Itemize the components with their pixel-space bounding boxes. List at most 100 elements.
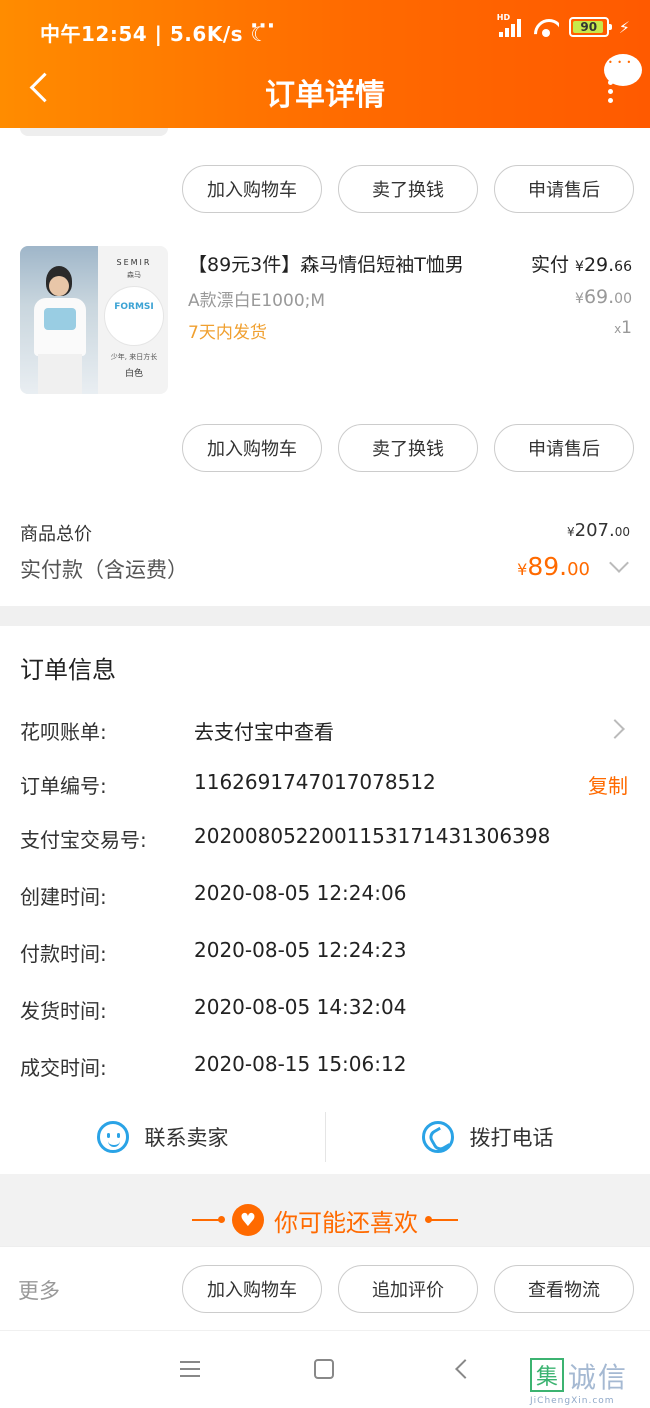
view-logistics-button[interactable]: 查看物流	[494, 1265, 634, 1313]
watermark-logo: 集 诚信 JiChengXin.com	[530, 1356, 646, 1406]
paid-total-dec: 00	[567, 559, 590, 580]
paid-total-currency: ¥	[517, 560, 528, 579]
paid-total-value: ¥89.00	[517, 552, 590, 581]
info-key: 创建时间:	[20, 885, 107, 909]
order-info-title: 订单信息	[20, 656, 116, 684]
watermark-text: 诚信	[568, 1361, 629, 1394]
product-sku: A款漂白E1000;M	[188, 291, 326, 311]
recommend-header: ♥ 你可能还喜欢	[0, 1200, 650, 1240]
paid-dec: 66	[614, 259, 632, 275]
item-actions-1: 加入购物车 卖了换钱 申请售后	[0, 165, 650, 213]
chevron-right-icon	[605, 719, 625, 739]
completed-time-row: 成交时间: 2020-08-15 15:06:12	[0, 1052, 650, 1082]
bottom-action-bar: 更多 加入购物车 追加评价 查看物流	[0, 1246, 650, 1330]
shipped-time-row: 发货时间: 2020-08-05 14:32:04	[0, 995, 650, 1025]
signal-icon: HD	[497, 13, 523, 37]
order-number-row: 订单编号: 1162691747017078512 复制	[0, 770, 650, 800]
product-image[interactable]: SEMIR 森马 FORMSI 少年, 来日方长 白色	[20, 246, 168, 394]
contact-seller-label: 联系卖家	[144, 1126, 229, 1150]
app-header: 中午12:54 | 5.6K/s ☾ ··· HD 90 ⚡ 订单详情	[0, 0, 650, 128]
image-brand-cn: 森马	[127, 271, 141, 279]
resell-button[interactable]: 卖了换钱	[338, 165, 478, 213]
status-bar: 中午12:54 | 5.6K/s ☾ ··· HD 90 ⚡	[0, 0, 650, 60]
paid-label: 实付	[530, 254, 569, 276]
image-color: 白色	[124, 369, 143, 379]
goods-total-label: 商品总价	[20, 524, 92, 545]
call-label: 拨打电话	[469, 1126, 554, 1150]
image-print-text: FORMSI	[114, 302, 154, 312]
home-icon[interactable]	[314, 1359, 334, 1379]
shipping-promise: 7天内发货	[188, 323, 267, 343]
image-brand: SEMIR	[116, 258, 152, 267]
more-link[interactable]: 更多	[18, 1275, 60, 1305]
add-to-cart-button[interactable]: 加入购物车	[182, 1265, 322, 1313]
order-number: 1162691747017078512	[194, 770, 436, 794]
orig-dec: 00	[614, 291, 632, 307]
battery-level: 90	[580, 20, 598, 34]
add-to-cart-button[interactable]: 加入购物车	[182, 424, 322, 472]
after-sales-button[interactable]: 申请售后	[494, 165, 634, 213]
decor-line-left	[192, 1216, 225, 1223]
huabei-bill-row[interactable]: 花呗账单: 去支付宝中查看	[0, 716, 650, 746]
contact-seller-button[interactable]: 联系卖家	[0, 1106, 325, 1168]
goods-total-int: 207.	[574, 520, 615, 541]
image-caption: 少年, 来日方长	[110, 353, 158, 361]
info-value: 2020-08-05 14:32:04	[194, 995, 407, 1019]
recommend-title: 你可能还喜欢	[274, 1208, 418, 1237]
goods-total-dec: 00	[614, 525, 630, 539]
goods-total-value: ¥207.00	[567, 520, 630, 541]
paid-total-label: 实付款（含运费）	[20, 558, 188, 582]
info-value: 2020080522001153171431306398	[194, 824, 551, 848]
recents-icon[interactable]	[180, 1361, 200, 1379]
status-time: 中午12:54 | 5.6K/s ☾	[40, 22, 269, 46]
contact-bar: 联系卖家 拨打电话	[0, 1106, 650, 1168]
add-to-cart-button[interactable]: 加入购物车	[182, 165, 322, 213]
status-dots: ···	[250, 14, 276, 39]
chat-icon	[96, 1121, 129, 1153]
more-menu-icon[interactable]	[608, 80, 614, 103]
battery-icon: 90	[568, 17, 612, 37]
product-title[interactable]: 【89元3件】森马情侣短袖T恤男	[188, 250, 464, 277]
decor-line-right	[425, 1216, 458, 1223]
system-back-icon[interactable]	[455, 1359, 475, 1379]
watermark-url: JiChengXin.com	[530, 1396, 615, 1406]
info-key: 花呗账单:	[20, 720, 107, 744]
info-key: 发货时间:	[20, 999, 107, 1023]
wifi-icon	[533, 17, 559, 37]
section-divider	[0, 606, 650, 626]
info-key: 订单编号:	[20, 774, 107, 798]
resell-button[interactable]: 卖了换钱	[338, 424, 478, 472]
previous-item-image	[20, 128, 168, 136]
info-value: 2020-08-05 12:24:23	[194, 938, 407, 962]
created-time-row: 创建时间: 2020-08-05 12:24:06	[0, 881, 650, 911]
product-original-price: ¥69.00	[575, 286, 632, 308]
info-value: 2020-08-15 15:06:12	[194, 1052, 407, 1076]
alipay-trade-row: 支付宝交易号: 2020080522001153171431306398	[0, 824, 650, 854]
info-key: 付款时间:	[20, 942, 107, 966]
copy-button[interactable]: 复制	[588, 770, 628, 799]
info-value: 2020-08-05 12:24:06	[194, 881, 407, 905]
paid-time-row: 付款时间: 2020-08-05 12:24:23	[0, 938, 650, 968]
after-sales-button[interactable]: 申请售后	[494, 424, 634, 472]
add-review-button[interactable]: 追加评价	[338, 1265, 478, 1313]
product-item[interactable]: SEMIR 森马 FORMSI 少年, 来日方长 白色 【89元3件】森马情侣短…	[0, 240, 650, 400]
phone-icon	[421, 1121, 454, 1153]
info-value: 去支付宝中查看	[194, 720, 334, 744]
charging-icon: ⚡	[618, 17, 630, 37]
paid-currency: ¥	[575, 259, 584, 275]
heart-icon: ♥	[232, 1204, 264, 1236]
info-key: 成交时间:	[20, 1056, 107, 1080]
call-button[interactable]: 拨打电话	[325, 1106, 650, 1168]
paid-int: 29.	[583, 254, 615, 276]
status-icons: HD 90 ⚡	[497, 13, 630, 37]
orig-currency: ¥	[575, 291, 584, 307]
paid-total-int: 89.	[527, 552, 568, 581]
qty-value: 1	[621, 318, 632, 338]
page-title: 订单详情	[265, 78, 385, 113]
expand-chevron-icon[interactable]	[609, 553, 629, 573]
orig-int: 69.	[583, 286, 615, 308]
goods-total-currency: ¥	[567, 525, 575, 539]
hd-label: HD	[496, 13, 511, 22]
product-quantity: x1	[614, 318, 632, 338]
item-actions-2: 加入购物车 卖了换钱 申请售后	[0, 424, 650, 472]
